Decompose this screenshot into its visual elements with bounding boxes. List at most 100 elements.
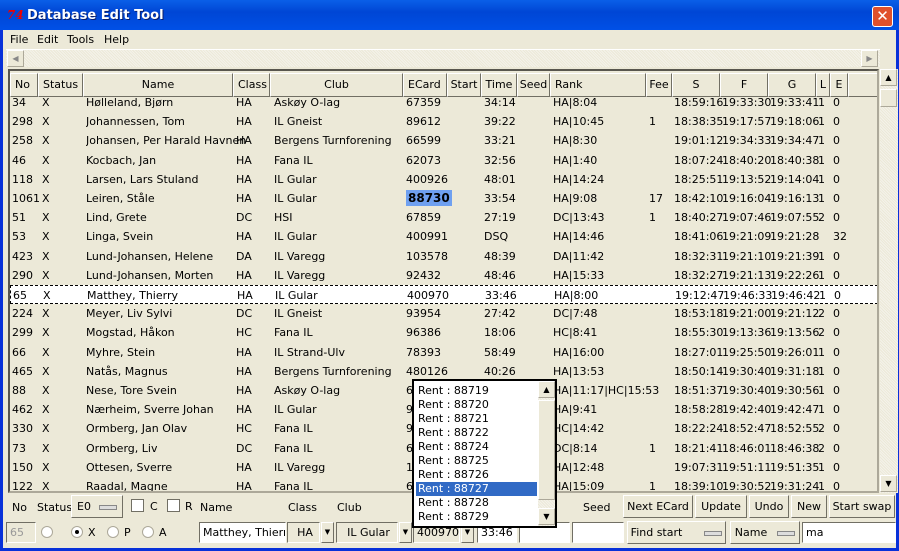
dropdown-scroll-down-icon[interactable]: ▼ (538, 508, 555, 525)
c-checkbox[interactable] (131, 499, 144, 512)
table-row[interactable]: 118 X Larsen, Lars Stuland HA IL Gular 400926… (10, 170, 877, 189)
table-row[interactable]: 298 X Johannessen, Tom HA IL Gneist 89612 39:2… (10, 112, 877, 131)
dropdown-scrollbar[interactable]: ▲ ▼ (538, 381, 555, 526)
scroll-down-icon[interactable]: ▼ (880, 475, 897, 492)
scroll-left-icon[interactable]: ◀ (7, 50, 24, 67)
cell-ecard: 78393 (406, 345, 441, 359)
cell-l: 2 (818, 441, 825, 455)
cell-f: 19:21:09 (722, 230, 772, 244)
scroll-up-icon[interactable]: ▲ (880, 69, 897, 86)
cell-no: 66 (12, 345, 26, 359)
cell-name: Lund-Johansen, Helene (86, 249, 214, 263)
menu-edit[interactable]: Edit (37, 33, 58, 46)
menu-bar: File Edit Tools Help (3, 30, 896, 48)
cell-s: 18:50:14 (674, 364, 724, 378)
dropdown-option[interactable]: Rent : 88728 (416, 496, 537, 510)
cell-class: DC (236, 211, 253, 225)
table-row[interactable]: 224 X Meyer, Liv Sylvi DC IL Gneist 93954 27:4… (10, 304, 877, 323)
update-button[interactable]: Update (695, 495, 747, 518)
undo-button[interactable]: Undo (749, 495, 789, 518)
table-row[interactable]: 299 X Mogstad, Håkon HC Fana IL 96386 18:06 HC|… (10, 323, 877, 342)
table-row[interactable]: 465 X Natås, Magnus HA Bergens Turnforening 4… (10, 362, 877, 381)
status-radio-x[interactable] (71, 526, 83, 538)
cell-rank: HA|14:24 (553, 172, 605, 186)
c-label: C (150, 500, 158, 513)
table-row[interactable]: 1061 X Leiren, Ståle HA IL Gular 88730 33:54 HA… (10, 189, 877, 208)
cell-rank: HA|8:04 (553, 96, 598, 109)
close-button[interactable]: ✕ (872, 6, 893, 27)
cell-rank: HA|10:45 (553, 115, 605, 129)
name-label: Name (200, 501, 233, 514)
dropdown-scroll-thumb[interactable] (538, 400, 555, 500)
status-radio-a[interactable] (142, 526, 154, 538)
status-radio-p[interactable] (107, 526, 119, 538)
class-dropdown-icon[interactable]: ▼ (321, 522, 334, 543)
table-row[interactable]: 423 X Lund-Johansen, Helene DA IL Varegg 1035… (10, 247, 877, 266)
dropdown-option[interactable]: Rent : 88724 (416, 440, 537, 454)
dropdown-scroll-up-icon[interactable]: ▲ (538, 381, 555, 398)
table-row[interactable]: 66 X Myhre, Stein HA IL Strand-Ulv 78393 58:49… (10, 343, 877, 362)
table-row[interactable]: 34 X Hølleland, Bjørn HA Askøy O-lag 67359 34:… (10, 93, 877, 112)
cell-time: 27:19 (484, 211, 516, 225)
horizontal-scrollbar[interactable]: ◀ ▶ (6, 49, 880, 67)
name-input[interactable]: Matthey, Thierry (199, 522, 286, 543)
cell-g: 19:51:35 (770, 460, 820, 474)
cell-e: 0 (833, 192, 840, 205)
dropdown-option[interactable]: Rent : 88721 (416, 412, 537, 426)
cell-f: 19:42:40 (722, 403, 772, 417)
scroll-thumb[interactable] (880, 89, 897, 107)
r-checkbox[interactable] (167, 499, 180, 512)
table-row[interactable]: 46 X Kocbach, Jan HA Fana IL 62073 32:56 HA|1:4… (10, 151, 877, 170)
cell-name: Linga, Svein (86, 230, 154, 244)
table-row[interactable]: 290 X Lund-Johansen, Morten HA IL Varegg 9243… (10, 266, 877, 285)
seed-input[interactable] (572, 522, 624, 543)
scroll-right-icon[interactable]: ▶ (861, 50, 878, 67)
table-row[interactable]: 258 X Johansen, Per Harald Havnen HA Bergens… (10, 131, 877, 150)
status-select-button[interactable]: E0 (71, 495, 123, 518)
table-row[interactable]: 53 X Linga, Svein HA IL Gular 400991 DSQ HA|14:… (10, 227, 877, 246)
table-row[interactable]: 65 X Matthey, Thierry HA IL Gular 400970 33:46… (10, 285, 877, 304)
dropdown-option[interactable]: Rent : 88722 (416, 426, 537, 440)
cell-class: HA (236, 268, 252, 282)
cell-fee: 17 (649, 192, 663, 205)
cell-e: 0 (833, 345, 840, 359)
cell-class: HA (236, 153, 252, 167)
class-select[interactable]: HA (287, 522, 320, 543)
cell-e: 0 (833, 460, 840, 474)
cell-class: DC (236, 441, 253, 455)
table-row[interactable]: 51 X Lind, Grete DC HSI 67859 27:19 DC|13:43 1 18… (10, 208, 877, 227)
cell-club: IL Gular (275, 289, 318, 302)
menu-help[interactable]: Help (104, 33, 129, 46)
sort-name-button[interactable]: Name (730, 521, 800, 544)
cell-class: HA (236, 230, 252, 244)
cell-g: 19:33:41 (770, 96, 820, 109)
dropdown-option[interactable]: Rent : 88719 (416, 384, 537, 398)
next-ecard-button[interactable]: Next ECard (623, 495, 693, 518)
ecard-dropdown-list[interactable]: ▲ ▼ Rent : 88719 Rent : 88720 Rent : 88721… (412, 379, 557, 528)
cell-no: 73 (12, 441, 26, 455)
club-dropdown-icon[interactable]: ▼ (399, 522, 412, 543)
cell-club: Fana IL (274, 153, 313, 167)
dropdown-option[interactable]: Rent : 88729 (416, 510, 537, 524)
status-radio-none[interactable] (41, 526, 53, 538)
cell-no: 51 (12, 211, 26, 225)
dropdown-option[interactable]: Rent : 88720 (416, 398, 537, 412)
cell-time: 32:56 (484, 153, 516, 167)
cell-rank: HA|12:48 (553, 460, 605, 474)
cell-ecard: 92432 (406, 268, 441, 282)
start-swap-button[interactable]: Start swap (829, 495, 895, 518)
new-button[interactable]: New (791, 495, 827, 518)
vertical-scrollbar[interactable]: ▲ ▼ (880, 69, 898, 493)
menu-file[interactable]: File (10, 33, 28, 46)
dropdown-option[interactable]: Rent : 88726 (416, 468, 537, 482)
dropdown-option[interactable]: Rent : 88727 (416, 482, 537, 496)
club-select[interactable]: IL Gular (336, 522, 398, 543)
cell-g: 19:21:12 (770, 307, 820, 321)
cell-status: X (42, 96, 50, 109)
cell-time: 33:21 (484, 134, 516, 148)
dropdown-option[interactable]: Rent : 88725 (416, 454, 537, 468)
menu-tools[interactable]: Tools (67, 33, 94, 46)
search-input[interactable]: ma (802, 522, 896, 543)
cell-g: 19:13:56 (770, 326, 820, 340)
find-start-button[interactable]: Find start (627, 521, 726, 544)
